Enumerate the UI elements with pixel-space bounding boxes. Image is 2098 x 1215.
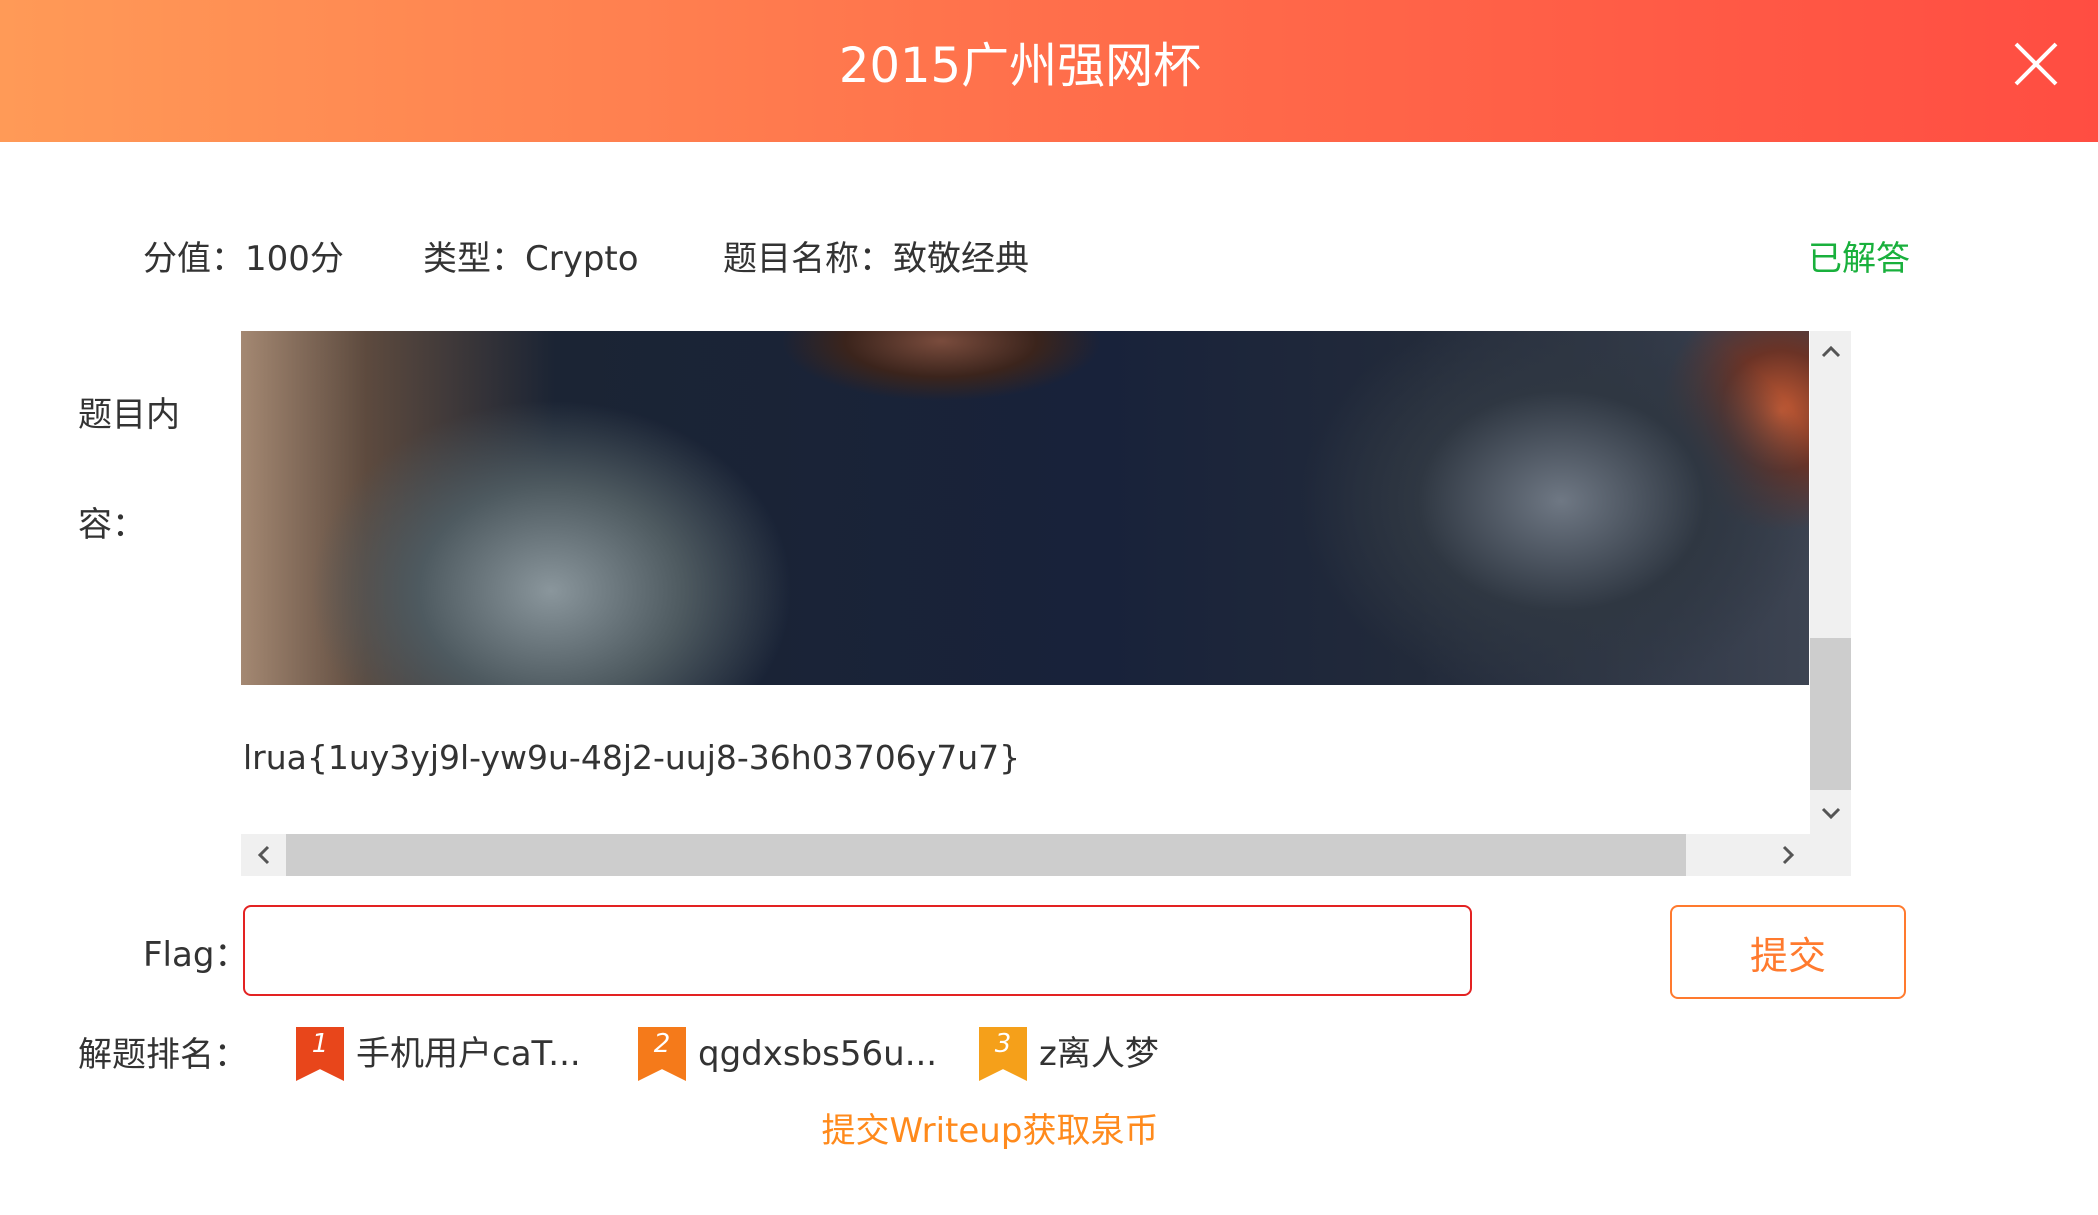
flag-label: Flag： [143, 935, 249, 975]
rank-user-name: z离人梦 [1039, 1034, 1159, 1074]
score-value: 分值：100分 [143, 239, 344, 279]
vertical-scroll-thumb[interactable] [1810, 638, 1851, 790]
content-label: 题目内 容： [78, 360, 198, 580]
scroll-down-button[interactable] [1810, 792, 1851, 834]
solved-status-badge: 已解答 [1808, 239, 1910, 279]
chevron-up-icon [1821, 345, 1840, 358]
rank-item-2[interactable]: 2 qgdxsbs56u... [638, 1024, 937, 1084]
horizontal-scroll-thumb[interactable] [286, 834, 1686, 876]
close-icon[interactable] [2010, 38, 2062, 90]
challenge-content-panel[interactable]: lrua{1uy3yj9l-yw9u-48j2-uuj8-36h03706y7u… [241, 331, 1851, 876]
chevron-down-icon [1821, 807, 1840, 820]
challenge-name: 题目名称：致敬经典 [723, 239, 1029, 279]
rank-badge-icon: 1 [296, 1027, 344, 1081]
modal-title: 2015广州强网杯 [838, 38, 1202, 94]
scroll-right-button[interactable] [1767, 834, 1808, 876]
rank-badge-icon: 2 [638, 1027, 686, 1081]
chevron-right-icon [1782, 845, 1794, 865]
rank-item-3[interactable]: 3 z离人梦 [979, 1024, 1159, 1084]
flag-input[interactable] [243, 905, 1472, 996]
scroll-left-button[interactable] [243, 834, 284, 876]
writeup-link[interactable]: 提交Writeup获取泉币 [0, 1108, 1980, 1154]
content-label-line1: 题目内 [78, 395, 180, 435]
cipher-text: lrua{1uy3yj9l-yw9u-48j2-uuj8-36h03706y7u… [243, 738, 1021, 777]
category-type: 类型：Crypto [423, 239, 639, 279]
rank-user-name: qgdxsbs56u... [698, 1034, 938, 1074]
content-label-line2: 容： [78, 505, 146, 545]
challenge-image [241, 331, 1809, 685]
submit-button[interactable]: 提交 [1670, 905, 1906, 999]
rank-badge-icon: 3 [979, 1027, 1027, 1081]
chevron-left-icon [257, 845, 269, 865]
rank-item-1[interactable]: 1 手机用户caT... [296, 1024, 581, 1084]
modal-header: 2015广州强网杯 [0, 0, 2098, 142]
rank-user-name: 手机用户caT... [356, 1034, 581, 1074]
ranking-label: 解题排名： [78, 1035, 248, 1075]
scroll-up-button[interactable] [1810, 331, 1851, 373]
